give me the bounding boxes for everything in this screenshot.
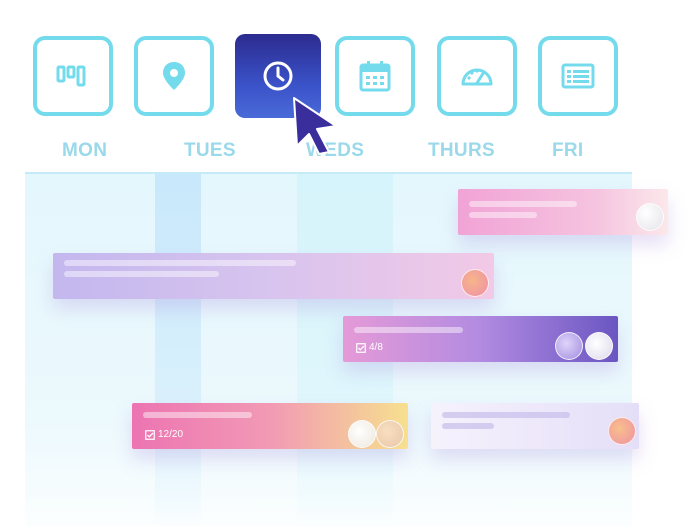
card-subtitle-line	[64, 271, 219, 277]
board-columns-icon	[56, 65, 86, 87]
avatar[interactable]	[461, 269, 489, 297]
column-highlight-tues	[155, 174, 201, 526]
avatar[interactable]	[555, 332, 583, 360]
mouse-cursor-icon	[293, 97, 337, 155]
checklist-indicator: 12/20	[145, 429, 183, 440]
task-card[interactable]: 4/8	[343, 316, 618, 362]
card-title-line	[442, 412, 570, 418]
clock-icon	[263, 61, 293, 91]
checklist-count: 12/20	[158, 429, 184, 440]
checkbox-icon	[145, 429, 155, 440]
speedometer-icon	[461, 68, 493, 86]
card-title-line	[143, 412, 252, 418]
task-card[interactable]	[458, 189, 668, 235]
task-card[interactable]	[431, 403, 639, 449]
day-label-tues: TUES	[184, 140, 236, 161]
checklist-indicator: 4/8	[356, 342, 383, 353]
map-view-button[interactable]	[134, 36, 214, 116]
card-subtitle-line	[469, 212, 537, 218]
avatar[interactable]	[585, 332, 613, 360]
task-card[interactable]	[53, 253, 494, 299]
card-title-line	[64, 260, 296, 266]
dashboard-view-button[interactable]	[437, 36, 517, 116]
avatar[interactable]	[636, 203, 664, 231]
day-label-fri: FRI	[552, 140, 584, 161]
day-label-mon: MON	[62, 140, 108, 161]
table-view-button[interactable]	[538, 36, 618, 116]
day-label-thurs: THURS	[428, 140, 495, 161]
avatar[interactable]	[608, 417, 636, 445]
avatar[interactable]	[376, 420, 404, 448]
view-toolbar	[0, 0, 689, 120]
board-view-button[interactable]	[33, 36, 113, 116]
calendar-icon	[359, 61, 391, 92]
calendar-view-button[interactable]	[335, 36, 415, 116]
checklist-count: 4/8	[369, 342, 383, 353]
map-pin-icon	[163, 62, 185, 90]
checkbox-icon	[356, 342, 366, 353]
card-title-line	[469, 201, 577, 207]
task-card[interactable]: 12/20	[132, 403, 408, 449]
avatar[interactable]	[348, 420, 376, 448]
card-title-line	[354, 327, 463, 333]
day-header-row: MON TUES WEDS THURS FRI	[0, 140, 689, 166]
card-subtitle-line	[442, 423, 494, 429]
table-list-icon	[561, 63, 595, 89]
